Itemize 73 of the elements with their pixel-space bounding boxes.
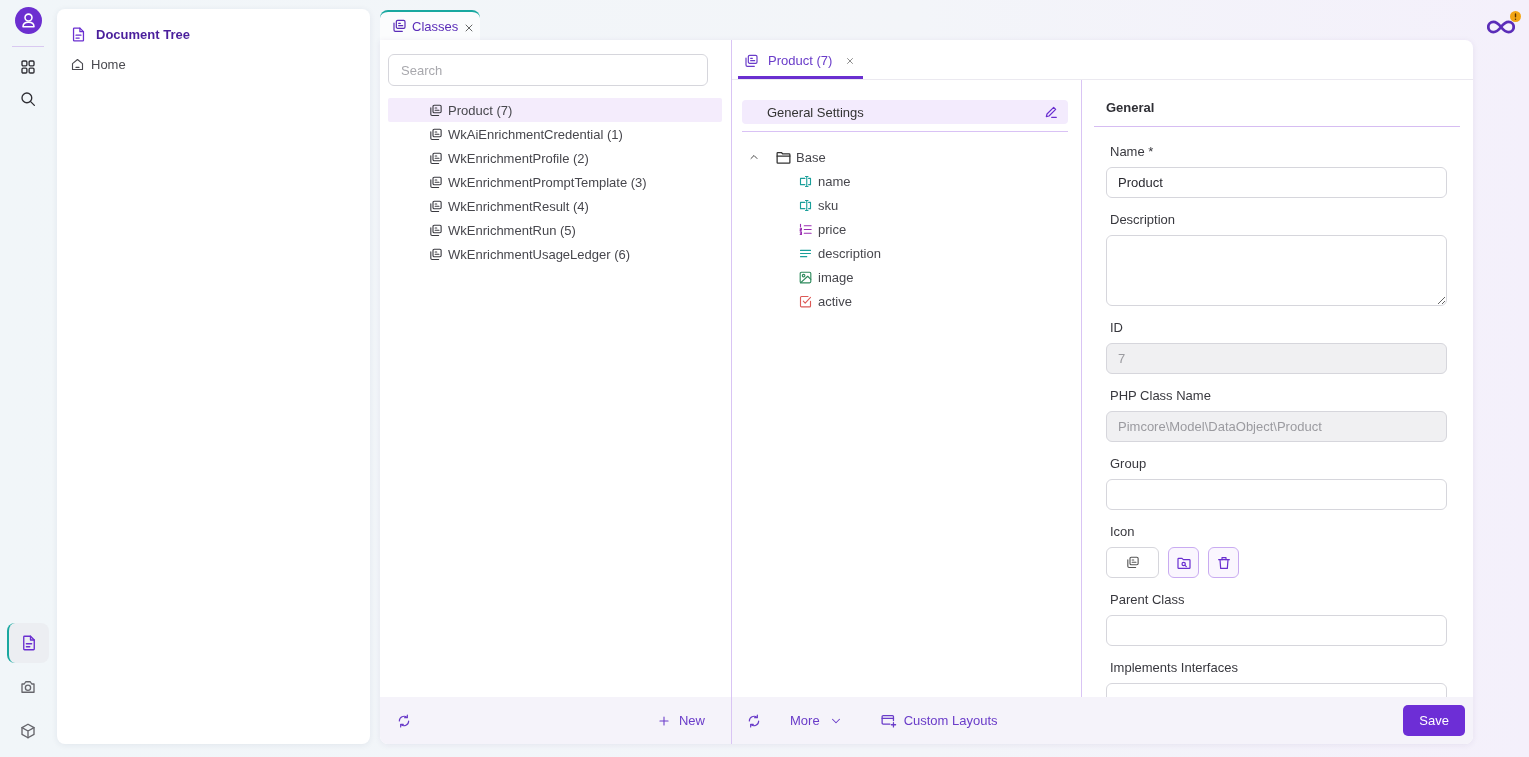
browse-icon-button[interactable] <box>1168 547 1199 578</box>
class-list-item[interactable]: WkEnrichmentPromptTemplate (3) <box>388 170 722 194</box>
stacked-cards-icon <box>428 222 443 238</box>
class-list-item[interactable]: WkEnrichmentRun (5) <box>388 218 722 242</box>
layout-tree-item[interactable]: price <box>742 217 1068 241</box>
cube-icon <box>19 722 37 740</box>
field-label: Group <box>1109 455 1148 473</box>
class-list-item[interactable]: WkAiEnrichmentCredential (1) <box>388 122 722 146</box>
grid-icon <box>19 58 37 76</box>
infinity-logo-icon[interactable] <box>1487 20 1515 34</box>
plus-icon <box>657 713 671 728</box>
refresh-icon[interactable] <box>746 712 762 729</box>
layout-tree-item[interactable]: image <box>742 265 1068 289</box>
image-icon <box>798 269 813 285</box>
text-input[interactable] <box>1106 615 1447 646</box>
custom-layouts-button[interactable]: Custom Layouts <box>877 708 1000 733</box>
stacked-cards-icon <box>428 150 443 166</box>
stacked-cards-icon <box>428 126 443 142</box>
icon-preview-button[interactable] <box>1106 547 1159 578</box>
layout-tree-item[interactable]: active <box>742 289 1068 313</box>
camera-icon <box>19 678 37 696</box>
tab[interactable]: Product (7) <box>738 45 864 79</box>
field-label: Implements Interfaces <box>1109 659 1239 677</box>
more-button[interactable]: More <box>788 709 845 732</box>
field-label: Parent Class <box>1109 591 1186 609</box>
section-heading: General <box>1094 80 1460 127</box>
field-label: PHP Class Name <box>1109 387 1212 405</box>
layout-tree-item[interactable]: Base <box>742 145 1068 169</box>
trash-icon <box>1215 554 1232 571</box>
field-label: ID <box>1109 319 1124 337</box>
nav-button[interactable] <box>7 623 49 663</box>
pencil-icon[interactable] <box>1043 104 1059 120</box>
text-cursor-icon <box>798 197 813 213</box>
text-cursor-icon <box>798 173 813 189</box>
search-icon <box>19 90 37 108</box>
document-icon <box>70 24 87 44</box>
checkbox-icon <box>798 293 813 309</box>
alert-badge-icon <box>1510 11 1521 22</box>
save-button[interactable]: Save <box>1403 705 1465 736</box>
stacked-cards-icon <box>428 198 443 214</box>
numbered-list-icon <box>798 221 813 237</box>
stacked-cards-icon <box>391 18 407 34</box>
class-list-item[interactable]: WkEnrichmentUsageLedger (6) <box>388 242 722 266</box>
refresh-icon[interactable] <box>396 712 412 729</box>
tree-item[interactable]: Home <box>70 54 357 74</box>
layout-tree-item[interactable]: description <box>742 241 1068 265</box>
field-label: Icon <box>1109 523 1136 541</box>
stacked-cards-icon <box>428 246 443 262</box>
layout-tree-item[interactable]: sku <box>742 193 1068 217</box>
class-list-item[interactable]: WkEnrichmentResult (4) <box>388 194 722 218</box>
panel-title: Document Tree <box>96 26 190 42</box>
textarea-field[interactable] <box>1106 235 1447 306</box>
stacked-cards-icon <box>743 52 759 69</box>
tab[interactable]: Classes <box>380 10 480 40</box>
layout-tree-item[interactable]: General Settings <box>742 100 1068 124</box>
stacked-cards-icon <box>428 174 443 190</box>
document-icon <box>20 634 38 652</box>
text-input[interactable] <box>1106 479 1447 510</box>
field-label: Description <box>1109 211 1177 229</box>
stacked-cards-icon <box>428 102 443 118</box>
avatar-icon[interactable] <box>14 7 42 34</box>
new-button[interactable]: New <box>655 709 707 732</box>
text-input[interactable]: Product <box>1106 167 1447 198</box>
house-icon <box>70 56 85 72</box>
field-label: Name * <box>1109 143 1155 161</box>
class-list-item[interactable]: WkEnrichmentProfile (2) <box>388 146 722 170</box>
layout-tree-item[interactable]: name <box>742 169 1068 193</box>
stacked-cards-icon <box>1125 555 1140 570</box>
delete-icon-button[interactable] <box>1208 547 1239 578</box>
layout-plus-icon <box>879 712 897 729</box>
search-field[interactable]: Search <box>388 54 708 86</box>
class-list-item[interactable]: Product (7) <box>388 98 722 122</box>
close-icon[interactable] <box>845 55 856 66</box>
